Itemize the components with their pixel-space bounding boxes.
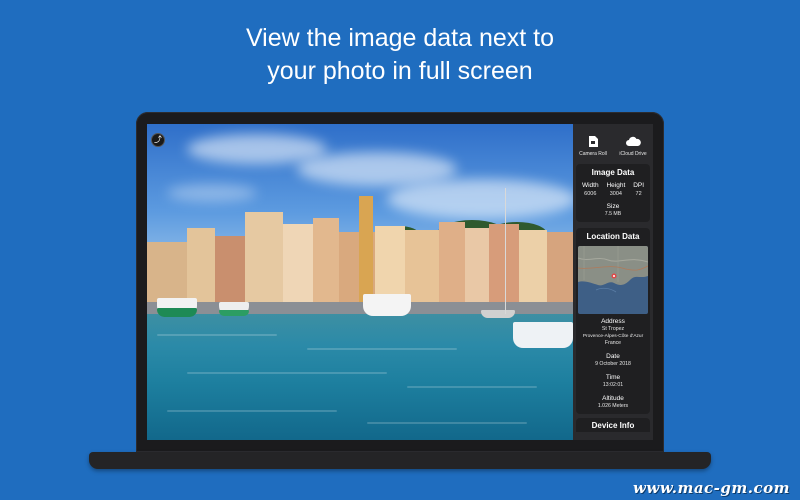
address-line-3: France: [604, 340, 622, 346]
cloud-icon: [626, 136, 641, 146]
watermark-text: www.mac-gm.com: [633, 479, 790, 497]
image-data-card: Image Data Width 6006 Height 3004 DPI 72…: [576, 164, 650, 222]
address-label: Address: [601, 318, 625, 325]
location-map[interactable]: [578, 246, 648, 314]
sea: [147, 314, 573, 440]
altitude-value: 1.026 Meters: [597, 403, 629, 409]
location-data-card: Location Data Address St Tropez Provence…: [576, 228, 650, 414]
time-label: Time: [605, 374, 621, 381]
altitude-label: Altitude: [602, 395, 624, 402]
dpi-label: DPI: [633, 182, 645, 189]
height-value: 3004: [609, 191, 622, 197]
device-info-title: Device Info: [591, 421, 635, 430]
icloud-drive-label: iCloud Drive: [619, 151, 647, 157]
address-line-2: Provence-Alpes-Côte d'Azur: [582, 334, 644, 339]
camera-roll-icon: [589, 135, 598, 147]
app-screen: ⤴ Camera Roll iCloud Drive Image Data Wi…: [147, 124, 653, 440]
photo-view[interactable]: ⤴: [147, 124, 573, 440]
size-label: Size: [606, 203, 620, 210]
dpi-value: 72: [635, 191, 642, 197]
icloud-drive-button[interactable]: iCloud Drive: [614, 134, 652, 157]
device-info-card: Device Info: [576, 418, 650, 432]
export-button[interactable]: ⤴: [151, 133, 165, 147]
camera-roll-button[interactable]: Camera Roll: [574, 134, 612, 157]
location-data-title: Location Data: [586, 232, 640, 241]
headline-line-2: your photo in full screen: [267, 57, 533, 85]
address-line-1: St Tropez: [601, 326, 625, 332]
size-value: 7.5 MB: [604, 211, 622, 217]
headline: View the image data next to your photo i…: [0, 22, 800, 88]
headline-line-1: View the image data next to: [245, 24, 555, 52]
width-label: Width: [581, 182, 599, 189]
info-sidebar: Camera Roll iCloud Drive Image Data Widt…: [573, 124, 653, 440]
width-value: 6006: [584, 191, 597, 197]
image-data-title: Image Data: [591, 168, 635, 177]
time-value: 13:02:01: [602, 382, 624, 388]
date-label: Date: [606, 353, 620, 360]
camera-roll-label: Camera Roll: [579, 151, 607, 157]
source-bar: Camera Roll iCloud Drive: [573, 124, 653, 162]
laptop-base: [89, 452, 711, 469]
date-value: 9 October 2018: [595, 361, 631, 367]
share-icon: ⤴: [154, 135, 162, 144]
height-label: Height: [606, 182, 626, 189]
map-graphic: [578, 246, 648, 314]
